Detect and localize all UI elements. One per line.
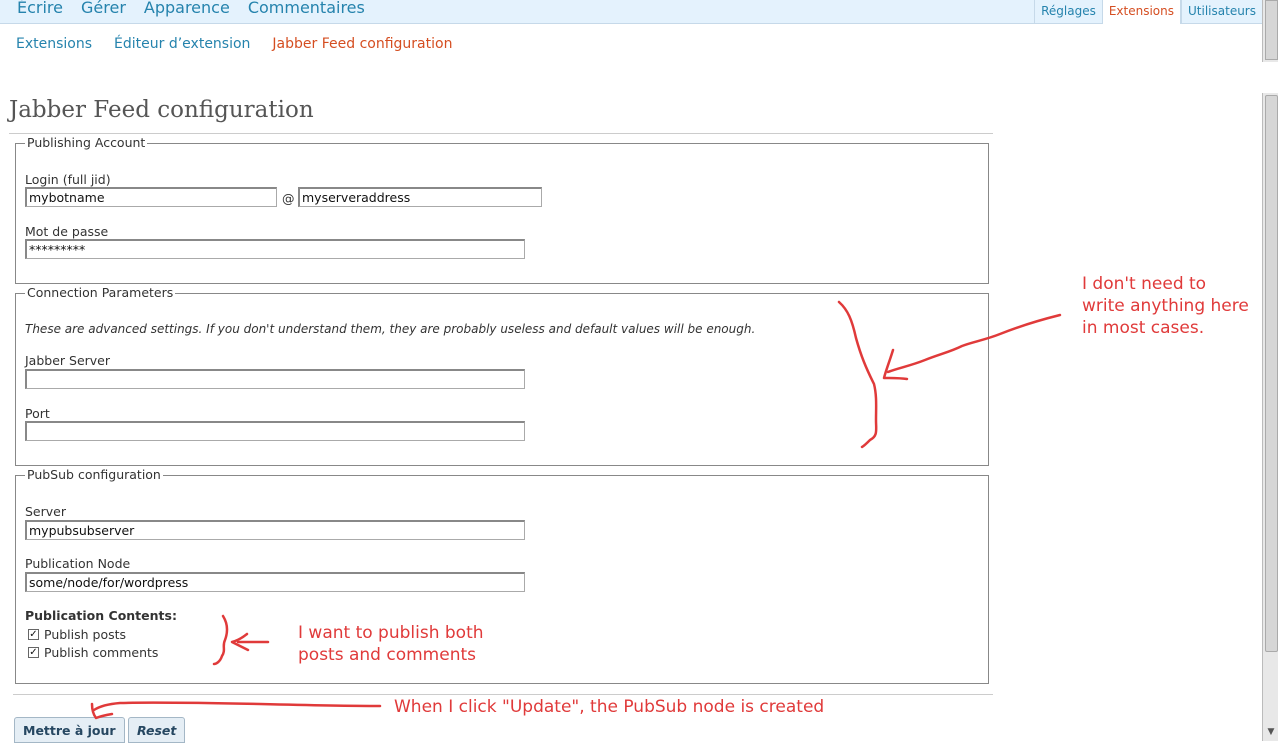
- update-annotation: When I click "Update", the PubSub node i…: [394, 697, 825, 717]
- connection-brace-stroke: [837, 300, 878, 449]
- connection-arrow-head-stroke: [882, 348, 909, 381]
- connection-annotation-line-2: write anything here: [1082, 296, 1249, 316]
- update-arrow-stroke: [92, 701, 382, 712]
- contents-brace-stroke: [212, 614, 229, 666]
- contents-annotation-line-2: posts and comments: [298, 645, 476, 665]
- connection-annotation-line-3: in most cases.: [1082, 318, 1205, 338]
- contents-annotation-line-1: I want to publish both: [298, 623, 484, 643]
- connection-annotation: I don't need to write anything here in m…: [1082, 273, 1249, 339]
- connection-arrow-stroke: [886, 313, 1062, 374]
- connection-annotation-line-1: I don't need to: [1082, 274, 1207, 294]
- annotation-strokes: [90, 300, 1062, 720]
- contents-annotation: I want to publish both posts and comment…: [298, 622, 484, 666]
